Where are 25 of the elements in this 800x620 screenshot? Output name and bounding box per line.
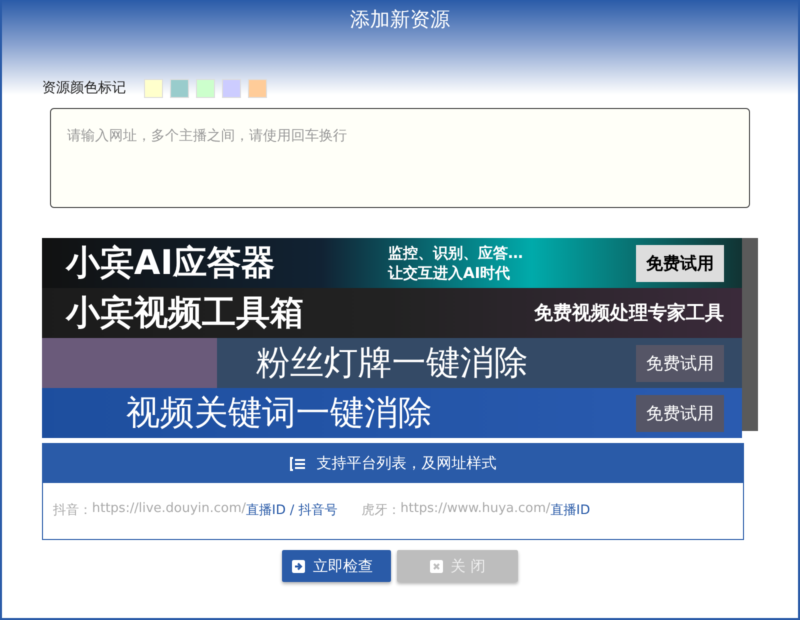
- dialog-title: 添加新资源: [349, 6, 451, 33]
- platform-url: https://www.huya.com/: [400, 501, 550, 518]
- banner-subtitle: 监控、识别、应答…: [388, 243, 523, 263]
- ad-banner[interactable]: 小宾AI应答器 监控、识别、应答… 让交互进入AI时代 免费试用: [42, 238, 742, 288]
- ad-banner[interactable]: 小宾视频工具箱 免费视频处理专家工具: [42, 288, 742, 338]
- url-input-field[interactable]: 请输入网址，多个主播之间，请使用回车换行: [50, 108, 750, 208]
- url-pattern: 直播ID: [550, 503, 590, 519]
- platform-name: 虎牙：: [361, 502, 400, 519]
- check-button[interactable]: 立即检查: [282, 550, 391, 582]
- free-trial-button[interactable]: 免费试用: [636, 344, 724, 382]
- banner-subtitle: 免费视频处理专家工具: [534, 301, 724, 326]
- color-mark-label: 资源颜色标记: [42, 79, 126, 97]
- platform-url: https://live.douyin.com/: [92, 501, 246, 518]
- banner-title: 小宾AI应答器: [66, 242, 275, 285]
- platform-panel-title: 支持平台列表，及网址样式: [316, 454, 496, 473]
- ad-banner[interactable]: 视频关键词一键消除 免费试用: [42, 388, 742, 438]
- url-pattern: 直播ID / 抖音号: [246, 503, 338, 519]
- free-trial-button[interactable]: 免费试用: [636, 244, 724, 282]
- platform-name: 抖音：: [53, 502, 92, 519]
- ad-banner[interactable]: 粉丝灯牌一键消除 免费试用: [42, 338, 742, 388]
- banner-title: 小宾视频工具箱: [66, 292, 304, 335]
- free-trial-button[interactable]: 免费试用: [636, 394, 724, 432]
- banner-title: 粉丝灯牌一键消除: [256, 342, 528, 385]
- banner-title: 视频关键词一键消除: [126, 392, 432, 435]
- banner-subtitle: 让交互进入AI时代: [388, 263, 512, 283]
